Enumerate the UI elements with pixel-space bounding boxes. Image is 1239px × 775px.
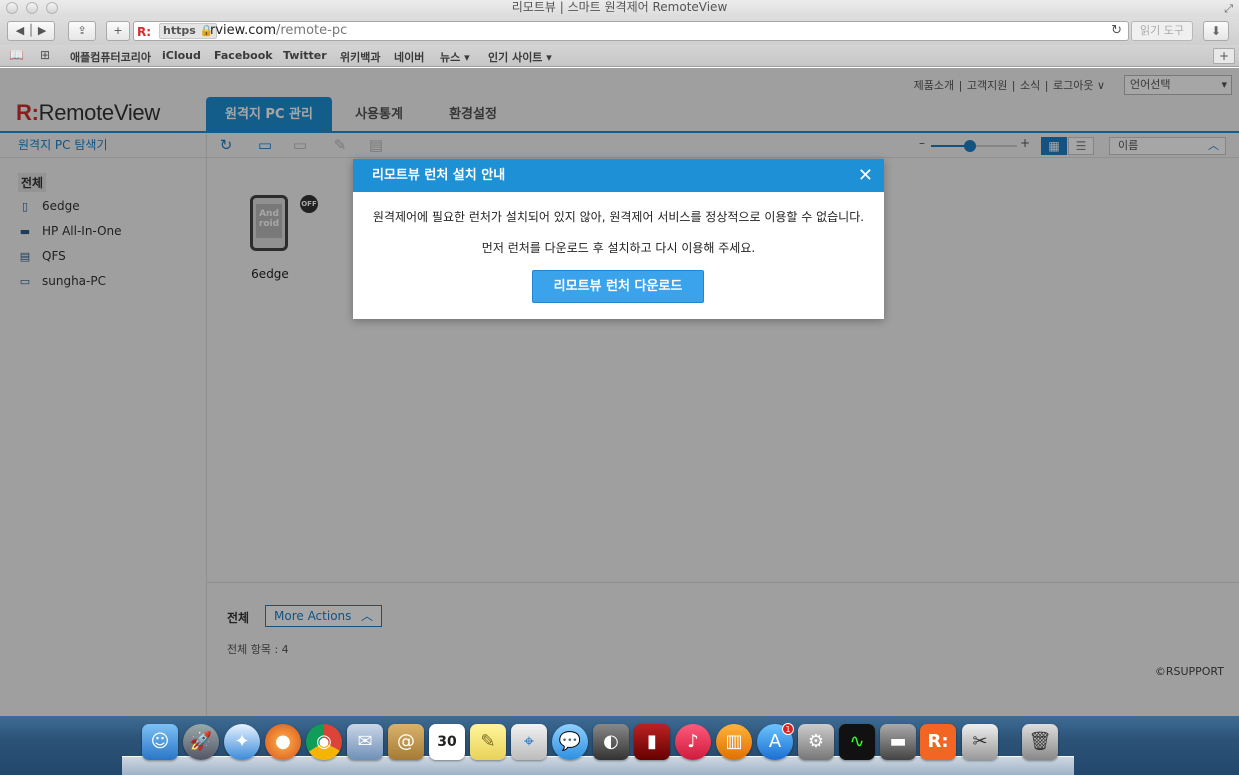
finder-icon[interactable]: ☺ — [142, 724, 178, 760]
dialog-message-2: 먼저 런처를 다운로드 후 설치하고 다시 이용해 주세요. — [481, 241, 756, 255]
url-text[interactable]: rview.com/remote-pc — [210, 22, 347, 40]
system-preferences-icon[interactable]: ⚙ — [798, 724, 834, 760]
browser-toolbar: ◀ │ ▶ ⇪ + R: https 🔒 rview.com/remote-pc… — [0, 17, 1239, 45]
new-tab-button[interactable]: + — [1213, 48, 1235, 64]
https-badge: https 🔒 — [159, 23, 218, 39]
address-bar[interactable]: R: https 🔒 rview.com/remote-pc ↻ — [133, 21, 1129, 41]
reload-icon[interactable]: ↻ — [1111, 22, 1122, 40]
bookmark-wikipedia[interactable]: 위키백과 — [340, 49, 380, 65]
close-icon[interactable]: ✕ — [858, 159, 873, 192]
reader-button[interactable]: 읽기 도구 — [1131, 21, 1193, 41]
minimize-window-button[interactable] — [26, 2, 38, 14]
window-titlebar: 리모트뷰 | 스마트 원격제어 RemoteView ⤢ — [0, 0, 1239, 17]
notes-icon[interactable]: ✎ — [470, 724, 506, 760]
bookmark-apple-korea[interactable]: 애플컴퓨터코리아 — [70, 49, 151, 65]
bookmark-naver[interactable]: 네이버 — [394, 49, 424, 65]
grapher-icon[interactable]: ✂ — [962, 724, 998, 760]
terminal-icon[interactable]: ▬ — [880, 724, 916, 760]
url-host: rview.com — [210, 23, 276, 38]
safari-icon[interactable]: ✦ — [224, 724, 260, 760]
bookmark-twitter[interactable]: Twitter — [283, 49, 327, 62]
top-sites-grid-icon[interactable]: ⊞ — [40, 48, 50, 62]
remoteview-dock-icon[interactable]: R: — [920, 724, 956, 760]
maps-icon[interactable]: ⌖ — [511, 724, 547, 760]
back-icon[interactable]: ◀ — [16, 24, 24, 37]
messages-icon[interactable]: 💬 — [552, 724, 588, 760]
activity-monitor-icon[interactable]: ∿ — [839, 724, 875, 760]
back-forward-buttons[interactable]: ◀ │ ▶ — [7, 21, 55, 41]
fullscreen-icon[interactable]: ⤢ — [1224, 1, 1233, 16]
bookmark-popular-sites-menu[interactable]: 인기 사이트 ▾ — [488, 49, 552, 65]
calendar-day: 30 — [437, 734, 457, 750]
photo-booth-icon[interactable]: ▮ — [634, 724, 670, 760]
facetime-icon[interactable]: ◐ — [593, 724, 629, 760]
url-path: /remote-pc — [275, 23, 348, 38]
url-scheme: https — [163, 24, 196, 37]
launcher-install-dialog: 리모트뷰 런처 설치 안내 ✕ 원격제어에 필요한 런처가 설치되어 있지 않아… — [353, 159, 884, 319]
site-favicon: R: — [137, 25, 152, 39]
dialog-title: 리모트뷰 런처 설치 안내 — [372, 168, 506, 183]
dialog-message-1: 원격제어에 필요한 런처가 설치되어 있지 않아, 원격제어 서비스를 정상적으… — [372, 210, 865, 224]
contacts-icon[interactable]: @ — [388, 724, 424, 760]
ibooks-icon[interactable]: ▥ — [716, 724, 752, 760]
reading-list-icon[interactable]: 📖 — [9, 48, 24, 62]
firefox-icon[interactable]: ● — [265, 724, 301, 760]
download-icon: ⬇ — [1210, 24, 1222, 38]
dialog-header: 리모트뷰 런처 설치 안내 ✕ — [353, 159, 884, 192]
share-button[interactable]: ⇪ — [68, 21, 96, 41]
close-window-button[interactable] — [6, 2, 18, 14]
zoom-window-button[interactable] — [46, 2, 58, 14]
share-icon: ⇪ — [77, 24, 87, 37]
add-bookmark-button[interactable]: + — [106, 21, 130, 41]
downloads-button[interactable]: ⬇ — [1203, 21, 1229, 41]
app-store-badge: 1 — [782, 723, 794, 735]
plus-icon: + — [113, 24, 123, 37]
itunes-icon[interactable]: ♪ — [675, 724, 711, 760]
download-launcher-button[interactable]: 리모트뷰 런처 다운로드 — [532, 270, 704, 303]
bookmarks-bar: 📖 ⊞ 애플컴퓨터코리아 iCloud Facebook Twitter 위키백… — [0, 45, 1239, 67]
bookmark-icloud[interactable]: iCloud — [162, 49, 201, 62]
launchpad-icon[interactable]: 🚀 — [183, 724, 219, 760]
trash-icon[interactable]: 🗑 — [1022, 724, 1058, 760]
mail-icon[interactable]: ✉ — [347, 724, 383, 760]
calendar-icon[interactable]: 30 — [429, 724, 465, 760]
window-title: 리모트뷰 | 스마트 원격제어 RemoteView — [511, 0, 728, 14]
bookmark-facebook[interactable]: Facebook — [214, 49, 273, 62]
forward-icon[interactable]: ▶ — [38, 24, 46, 37]
chrome-icon[interactable]: ◉ — [306, 724, 342, 760]
bookmark-news-menu[interactable]: 뉴스 ▾ — [440, 49, 470, 65]
